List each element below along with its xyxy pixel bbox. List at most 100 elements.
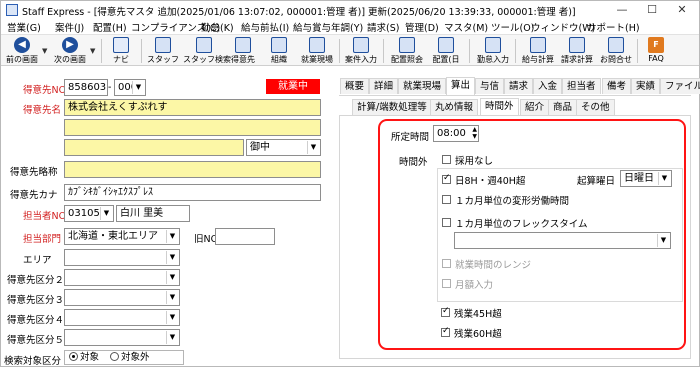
minimize-button[interactable]: — <box>607 2 637 18</box>
daily8-weekly40-label: 日8H・週40H超 <box>455 176 526 187</box>
pay-calc-button[interactable]: 給与計算 <box>519 36 557 66</box>
site-button[interactable]: 就業現場 <box>297 36 337 66</box>
faq-icon: F <box>648 37 664 53</box>
daily8-weekly40-checkbox[interactable] <box>442 173 451 184</box>
tab-contact-person[interactable]: 担当者 <box>562 78 601 94</box>
class4-label: 得意先区分４ <box>7 315 65 326</box>
class3-select[interactable]: ▼ <box>64 289 180 306</box>
scheduled-time-label: 所定時間 <box>391 132 430 143</box>
flex-time-select[interactable]: ▼ <box>454 232 671 249</box>
dept-select[interactable]: 北海道・東北エリア ▼ <box>64 228 180 245</box>
menu-window[interactable]: ウィンドウ(W) <box>531 20 595 34</box>
menu-sales[interactable]: 営業(G) <box>7 20 41 34</box>
client-no-branch-select[interactable]: 000 ▼ <box>114 79 146 96</box>
tab-product[interactable]: 商品 <box>548 99 578 115</box>
chevron-down-icon: ▼ <box>657 234 669 247</box>
invoice-icon <box>569 37 585 53</box>
menu-advance[interactable]: 給与前払(I) <box>241 20 289 34</box>
client-button[interactable]: 得意先 <box>227 36 259 66</box>
tab-credit[interactable]: 与信 <box>475 78 505 94</box>
job-input-button[interactable]: 案件入力 <box>341 36 381 66</box>
over45h-label: 残業45H超 <box>454 309 502 320</box>
tab-billing[interactable]: 請求 <box>504 78 534 94</box>
scheduled-time-input[interactable]: 08:00 ▲ ▼ <box>433 125 479 142</box>
next-screen-button[interactable]: ▶ 次の画面 <box>51 36 89 66</box>
menu-admin[interactable]: 管理(D) <box>405 20 439 34</box>
honorific-select[interactable]: 御中 ▼ <box>246 139 321 156</box>
tab-other[interactable]: その他 <box>576 99 615 115</box>
placement-day-button[interactable]: 配置(日 <box>429 36 463 66</box>
chevron-down-icon[interactable]: ▼ <box>90 47 95 55</box>
navigator-icon <box>113 37 129 53</box>
client-name-input[interactable]: 株式会社えくすぷれす <box>64 99 321 116</box>
rep-no-select[interactable]: 031057 ▼ <box>64 205 114 222</box>
staff-button[interactable]: スタッフ <box>145 36 181 66</box>
tab-notes[interactable]: 備考 <box>602 78 632 94</box>
no-overtime-checkbox[interactable] <box>442 155 451 164</box>
flex-time-checkbox[interactable] <box>442 218 451 227</box>
staff-search-button[interactable]: スタッフ検索 <box>183 36 231 66</box>
class5-label: 得意先区分５ <box>7 335 65 346</box>
menu-billing[interactable]: 請求(S) <box>367 20 399 34</box>
kana-label: 得意先カナ <box>10 190 58 201</box>
menu-attendance[interactable]: 勤怠(K) <box>201 20 234 34</box>
spinner-icon[interactable]: ▲ ▼ <box>472 126 477 140</box>
monthly-calc-checkbox <box>442 279 451 288</box>
abbrev-input[interactable] <box>64 161 321 178</box>
client-name-line3-input[interactable] <box>64 139 244 156</box>
bill-calc-button[interactable]: 請求計算 <box>557 36 597 66</box>
close-button[interactable]: ✕ <box>667 2 697 18</box>
old-no-input[interactable] <box>215 228 275 245</box>
contact-button[interactable]: お問合せ <box>597 36 635 66</box>
placement-icon <box>399 37 415 53</box>
area-select[interactable]: ▼ <box>64 249 180 266</box>
over60h-label: 残業60H超 <box>454 329 502 340</box>
placement-inquiry-button[interactable]: 配置照会 <box>387 36 427 66</box>
start-day-select[interactable]: 日曜日 ▼ <box>620 170 672 187</box>
rep-name-field: 白川 里美 <box>116 205 190 222</box>
menu-tools[interactable]: ツール(O) <box>491 20 534 34</box>
client-name-line2-input[interactable] <box>64 119 321 136</box>
client-no-input[interactable]: 858603 <box>64 79 108 96</box>
tab-files[interactable]: ファイル <box>660 78 700 94</box>
org-icon <box>271 37 287 53</box>
faq-button[interactable]: F FAQ <box>641 36 671 66</box>
variable-hours-checkbox[interactable] <box>442 195 451 204</box>
over60h-checkbox[interactable] <box>441 326 450 337</box>
menu-support[interactable]: サポート(H) <box>587 20 640 34</box>
chevron-down-icon: ▼ <box>166 311 178 324</box>
kana-input[interactable]: ｶﾌﾞｼｷｶﾞｲｼｬｴｸｽﾌﾟﾚｽ <box>64 184 321 201</box>
class5-select[interactable]: ▼ <box>64 329 180 346</box>
over45h-checkbox[interactable] <box>441 306 450 317</box>
class2-select[interactable]: ▼ <box>64 269 180 286</box>
menu-payroll[interactable]: 給与賞与年調(Y) <box>293 20 363 34</box>
search-target-group: 対象 対象外 <box>64 350 184 365</box>
tab-overtime[interactable]: 時間外 <box>480 98 519 116</box>
tab-rounding-calc[interactable]: 計算/端数処理等 <box>352 99 432 115</box>
window-title: Staff Express - [得意先マスタ 追加(2025/01/06 13… <box>22 7 576 18</box>
search-target-on-radio[interactable]: 対象 <box>69 352 99 363</box>
tab-detail[interactable]: 詳細 <box>369 78 399 94</box>
job-icon <box>353 37 369 53</box>
tab-rounding-info[interactable]: 丸め情報 <box>430 99 479 115</box>
tab-site[interactable]: 就業現場 <box>398 78 447 94</box>
attendance-input-button[interactable]: 勤怠入力 <box>473 36 513 66</box>
menu-master[interactable]: マスタ(M) <box>444 20 488 34</box>
menu-placement[interactable]: 配置(H) <box>93 20 127 34</box>
toolbar: ◀ 前の画面 ▼ ▶ 次の画面 ▼ ナビ スタッフ スタッフ検索 得意先 組織 … <box>1 34 699 66</box>
org-button[interactable]: 組織 <box>263 36 295 66</box>
chevron-down-icon[interactable]: ▼ <box>42 47 47 55</box>
tab-overview[interactable]: 概要 <box>340 78 370 94</box>
class4-select[interactable]: ▼ <box>64 309 180 326</box>
maximize-button[interactable]: ☐ <box>637 2 667 18</box>
tab-payment[interactable]: 入金 <box>533 78 563 94</box>
chevron-down-icon: ▼ <box>166 291 178 304</box>
search-target-off-radio[interactable]: 対象外 <box>110 352 150 363</box>
prev-screen-button[interactable]: ◀ 前の画面 <box>3 36 41 66</box>
menu-project[interactable]: 案件(J) <box>55 20 84 34</box>
tab-results[interactable]: 実績 <box>631 78 661 94</box>
tab-calculation[interactable]: 算出 <box>446 77 476 95</box>
nav-button[interactable]: ナビ <box>107 36 135 66</box>
tab-introduction[interactable]: 紹介 <box>520 99 550 115</box>
no-overtime-label: 採用なし <box>455 156 494 167</box>
